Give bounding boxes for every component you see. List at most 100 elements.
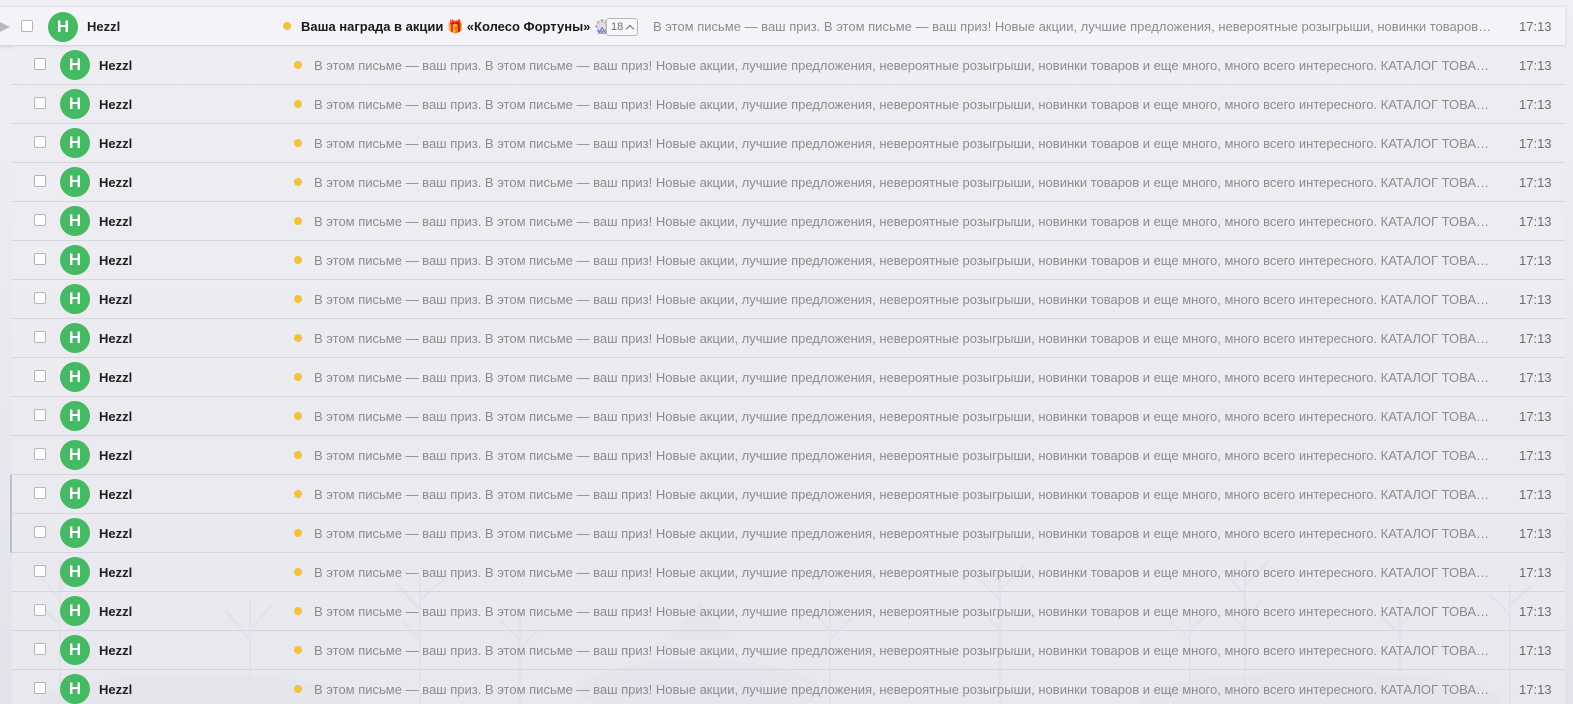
unread-dot-icon[interactable] <box>294 412 302 420</box>
thread-count-toggle[interactable]: 18 <box>606 18 639 36</box>
sender-name: Hezzl <box>99 136 133 151</box>
message-row[interactable]: H Hezzl В этом письме — ваш приз. В этом п… <box>12 358 1565 397</box>
unread-dot-icon[interactable] <box>294 295 302 303</box>
avatar: H <box>60 362 90 392</box>
message-row[interactable]: H Hezzl В этом письме — ваш приз. В этом п… <box>12 46 1565 85</box>
message-checkbox[interactable] <box>34 58 46 70</box>
avatar: H <box>60 50 90 80</box>
sender-name: Hezzl <box>99 331 133 346</box>
message-row[interactable]: H Hezzl В этом письме — ваш приз. В этом п… <box>12 124 1565 163</box>
avatar: H <box>60 479 90 509</box>
sender-name: Hezzl <box>99 370 133 385</box>
message-checkbox[interactable] <box>34 175 46 187</box>
message-row[interactable]: H Hezzl В этом письме — ваш приз. В этом п… <box>12 592 1565 631</box>
unread-dot-icon[interactable] <box>294 646 302 654</box>
message-time: 17:13 <box>1519 292 1552 307</box>
unread-dot-icon[interactable] <box>294 607 302 615</box>
message-row[interactable]: H Hezzl В этом письме — ваш приз. В этом п… <box>12 241 1565 280</box>
message-row[interactable]: H Hezzl В этом письме — ваш приз. В этом п… <box>12 202 1565 241</box>
sender-name: Hezzl <box>99 58 133 73</box>
unread-dot-icon[interactable] <box>294 451 302 459</box>
avatar: H <box>60 206 90 236</box>
sender-name: Hezzl <box>99 604 133 619</box>
unread-dot-icon[interactable] <box>294 568 302 576</box>
message-checkbox[interactable] <box>34 682 46 694</box>
avatar: H <box>60 167 90 197</box>
thread-count-value: 18 <box>611 21 624 33</box>
message-snippet: В этом письме — ваш приз. В этом письме … <box>314 565 1494 580</box>
sender-name: Hezzl <box>87 19 121 34</box>
unread-dot-icon[interactable] <box>294 256 302 264</box>
message-time: 17:13 <box>1519 136 1552 151</box>
avatar: H <box>48 12 78 42</box>
message-checkbox[interactable] <box>34 526 46 538</box>
avatar: H <box>60 635 90 665</box>
sender-name: Hezzl <box>99 487 133 502</box>
message-time: 17:13 <box>1519 175 1552 190</box>
message-snippet: В этом письме — ваш приз. В этом письме … <box>314 526 1494 541</box>
message-row[interactable]: H Hezzl В этом письме — ваш приз. В этом п… <box>12 319 1565 358</box>
message-time: 17:13 <box>1519 19 1552 34</box>
message-row[interactable]: H Hezzl В этом письме — ваш приз. В этом п… <box>10 514 1565 553</box>
message-snippet: В этом письме — ваш приз. В этом письме … <box>314 487 1494 502</box>
avatar: H <box>60 89 90 119</box>
message-checkbox[interactable] <box>34 409 46 421</box>
thread-collapse-flag-icon[interactable] <box>0 22 10 32</box>
unread-dot-icon[interactable] <box>294 529 302 537</box>
sender-name: Hezzl <box>99 448 133 463</box>
message-checkbox[interactable] <box>34 643 46 655</box>
message-row[interactable]: H Hezzl В этом письме — ваш приз. В этом п… <box>10 475 1565 514</box>
message-row[interactable]: H Hezzl В этом письме — ваш приз. В этом п… <box>12 280 1565 319</box>
message-checkbox[interactable] <box>34 253 46 265</box>
message-time: 17:13 <box>1519 526 1552 541</box>
message-checkbox[interactable] <box>34 448 46 460</box>
avatar: H <box>60 284 90 314</box>
message-list: H Hezzl Ваша награда в акции 🎁 «Колесо Ф… <box>0 6 1573 704</box>
avatar: H <box>60 596 90 626</box>
sender-name: Hezzl <box>99 97 133 112</box>
unread-dot-icon[interactable] <box>294 685 302 693</box>
message-checkbox[interactable] <box>34 565 46 577</box>
unread-dot-icon[interactable] <box>294 334 302 342</box>
message-checkbox[interactable] <box>34 97 46 109</box>
message-row[interactable]: H Hezzl В этом письме — ваш приз. В этом п… <box>12 436 1565 475</box>
message-checkbox[interactable] <box>34 331 46 343</box>
unread-dot-icon[interactable] <box>294 490 302 498</box>
sender-name: Hezzl <box>99 409 133 424</box>
message-row[interactable]: H Hezzl В этом письме — ваш приз. В этом п… <box>12 397 1565 436</box>
message-checkbox[interactable] <box>34 604 46 616</box>
message-row[interactable]: H Hezzl В этом письме — ваш приз. В этом п… <box>12 85 1565 124</box>
message-time: 17:13 <box>1519 448 1552 463</box>
sender-name: Hezzl <box>99 526 133 541</box>
message-time: 17:13 <box>1519 604 1552 619</box>
sender-name: Hezzl <box>99 565 133 580</box>
message-checkbox[interactable] <box>34 370 46 382</box>
unread-dot-icon[interactable] <box>294 61 302 69</box>
message-checkbox[interactable] <box>34 292 46 304</box>
unread-dot-icon[interactable] <box>294 373 302 381</box>
sender-name: Hezzl <box>99 682 133 697</box>
message-time: 17:13 <box>1519 487 1552 502</box>
message-time: 17:13 <box>1519 331 1552 346</box>
message-snippet: В этом письме — ваш приз. В этом письме … <box>314 331 1494 346</box>
unread-dot-icon[interactable] <box>294 217 302 225</box>
thread-checkbox[interactable] <box>21 20 33 32</box>
unread-dot-icon[interactable] <box>294 178 302 186</box>
message-snippet: В этом письме — ваш приз. В этом письме … <box>314 136 1494 151</box>
avatar: H <box>60 323 90 353</box>
unread-dot-icon[interactable] <box>294 139 302 147</box>
thread-subject: Ваша награда в акции 🎁 «Колесо Фортуны» … <box>301 19 611 34</box>
message-snippet: В этом письме — ваш приз. В этом письме … <box>314 370 1494 385</box>
message-row[interactable]: H Hezzl В этом письме — ваш приз. В этом п… <box>12 553 1565 592</box>
message-checkbox[interactable] <box>34 487 46 499</box>
unread-dot-icon[interactable] <box>283 22 291 30</box>
message-row[interactable]: H Hezzl В этом письме — ваш приз. В этом п… <box>12 670 1565 704</box>
message-snippet: В этом письме — ваш приз. В этом письме … <box>314 604 1494 619</box>
message-row[interactable]: H Hezzl В этом письме — ваш приз. В этом п… <box>12 631 1565 670</box>
unread-dot-icon[interactable] <box>294 100 302 108</box>
message-checkbox[interactable] <box>34 136 46 148</box>
thread-header-row[interactable]: H Hezzl Ваша награда в акции 🎁 «Колесо Ф… <box>0 6 1565 46</box>
avatar: H <box>60 440 90 470</box>
message-row[interactable]: H Hezzl В этом письме — ваш приз. В этом п… <box>12 163 1565 202</box>
message-checkbox[interactable] <box>34 214 46 226</box>
